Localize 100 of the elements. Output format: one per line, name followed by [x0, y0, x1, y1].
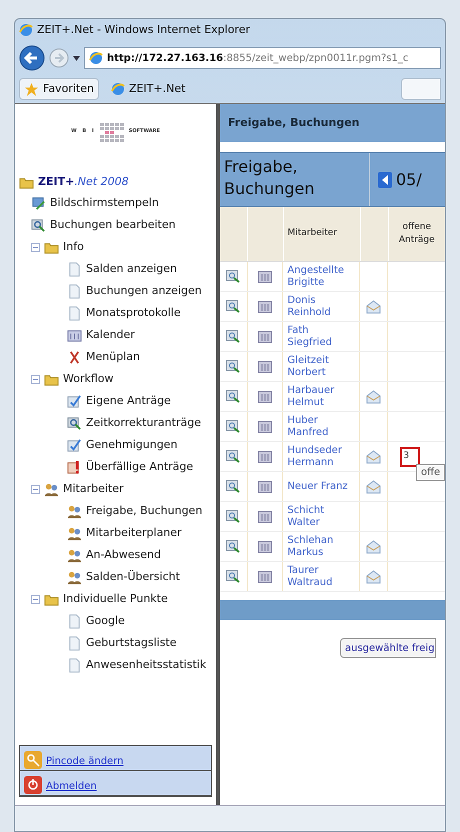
- favorites-button[interactable]: Favoriten: [19, 78, 99, 100]
- magnifier-icon[interactable]: [226, 390, 241, 403]
- collapse-toggle[interactable]: [31, 374, 40, 384]
- envelope-icon[interactable]: [366, 480, 382, 494]
- section-title: Freigabe, Buchungen: [220, 153, 370, 206]
- calendar-icon: [67, 328, 82, 342]
- column-header: offene Anträge: [398, 220, 436, 247]
- browser-logo-icon: [89, 51, 103, 65]
- employee-link[interactable]: Donis Reinhold: [287, 294, 356, 318]
- calendar-icon[interactable]: [258, 510, 272, 522]
- key-icon: [24, 751, 42, 769]
- magnifier-icon[interactable]: [226, 270, 241, 283]
- tree-item[interactable]: An-Abwesend: [86, 546, 161, 564]
- logo-grid-icon: [100, 122, 125, 142]
- employee-link[interactable]: Schlehan Markus: [287, 534, 356, 558]
- checkmark-icon: [67, 394, 82, 408]
- tree-item[interactable]: Überfällige Anträge: [86, 458, 194, 476]
- tree-item[interactable]: Google: [86, 612, 125, 630]
- checkmark-icon: [67, 438, 82, 452]
- tree-item[interactable]: Kalender: [86, 326, 135, 344]
- employee-link[interactable]: Angestellte Brigitte: [287, 264, 356, 288]
- tree-item[interactable]: Info: [63, 238, 84, 256]
- address-field[interactable]: http://172.27.163.16:8855/zeit_webp/zpn0011r.pgm?s1_c: [84, 47, 441, 69]
- tree-item[interactable]: Mitarbeiterplaner: [86, 524, 182, 542]
- tree-item[interactable]: Buchungen bearbeiten: [50, 216, 176, 234]
- tree-item[interactable]: Zeitkorrekturanträge: [86, 414, 201, 432]
- calendar-icon[interactable]: [258, 540, 272, 552]
- sidebar-link[interactable]: Abmelden: [46, 779, 97, 794]
- magnifier-icon[interactable]: [226, 480, 241, 493]
- column-header: Mitarbeiter: [284, 207, 361, 261]
- document-icon: [67, 614, 82, 628]
- window-title: ZEIT+.Net - Windows Internet Explorer: [37, 22, 250, 38]
- browser-logo-icon: [110, 82, 125, 96]
- tree-item[interactable]: Mitarbeiter: [63, 480, 124, 498]
- tree-item[interactable]: Individuelle Punkte: [63, 590, 168, 608]
- magnifier-icon[interactable]: [226, 450, 241, 463]
- magnifier-icon: [31, 218, 46, 232]
- magnifier-icon[interactable]: [226, 330, 241, 343]
- employee-link[interactable]: Neuer Franz: [287, 480, 348, 492]
- calendar-icon[interactable]: [258, 330, 272, 342]
- page-header: Freigabe, Buchungen: [220, 104, 445, 142]
- calendar-icon[interactable]: [258, 450, 272, 462]
- calendar-icon[interactable]: [258, 570, 272, 582]
- browser-logo-icon: [19, 23, 33, 37]
- document-icon: [67, 306, 82, 320]
- employee-link[interactable]: Schicht Walter: [287, 504, 356, 528]
- calendar-icon[interactable]: [258, 480, 272, 492]
- tree-item[interactable]: Salden-Übersicht: [86, 568, 180, 586]
- document-icon: [67, 262, 82, 276]
- employee-link[interactable]: Gleitzeit Norbert: [287, 354, 356, 378]
- collapse-toggle[interactable]: [31, 594, 40, 604]
- back-icon[interactable]: [19, 45, 45, 71]
- document-icon: [67, 658, 82, 672]
- envelope-icon[interactable]: [366, 570, 382, 584]
- envelope-icon[interactable]: [366, 390, 382, 404]
- tree-item[interactable]: Geburtstagsliste: [86, 634, 177, 652]
- magnifier-icon[interactable]: [226, 420, 241, 433]
- calendar-icon[interactable]: [258, 420, 272, 432]
- magnifier-icon[interactable]: [226, 510, 241, 523]
- release-button[interactable]: ausgewählte freig: [340, 638, 436, 658]
- envelope-icon[interactable]: [366, 540, 382, 554]
- people-icon: [67, 526, 82, 540]
- magnifier-icon[interactable]: [226, 300, 241, 313]
- previous-icon[interactable]: [378, 172, 392, 188]
- document-icon: [67, 284, 82, 298]
- employee-link[interactable]: Fath Siegfried: [287, 324, 356, 348]
- envelope-icon[interactable]: [366, 450, 382, 464]
- collapse-toggle[interactable]: [31, 484, 40, 494]
- browser-tab[interactable]: ZEIT+.Net: [106, 78, 190, 100]
- tree-item[interactable]: Salden anzeigen: [86, 260, 178, 278]
- calendar-icon[interactable]: [258, 270, 272, 282]
- tree-item[interactable]: Eigene Anträge: [86, 392, 171, 410]
- calendar-icon[interactable]: [258, 390, 272, 402]
- calendar-icon[interactable]: [258, 360, 272, 372]
- employee-link[interactable]: Taurer Waltraud: [287, 564, 356, 588]
- tree-item[interactable]: Freigabe, Buchungen: [86, 502, 202, 520]
- tree-root[interactable]: ZEIT+.Net 2008: [38, 174, 129, 190]
- envelope-icon[interactable]: [366, 300, 382, 314]
- period-label: 05/: [396, 168, 422, 190]
- tree-item[interactable]: Anwesenheitsstatistik: [86, 656, 206, 674]
- employee-link[interactable]: Harbauer Helmut: [287, 384, 356, 408]
- toolbar-field[interactable]: [401, 78, 441, 100]
- dropdown-caret-icon[interactable]: [73, 56, 80, 60]
- collapse-toggle[interactable]: [31, 242, 40, 252]
- employee-link[interactable]: Hundseder Hermann: [287, 444, 356, 468]
- employee-link[interactable]: Huber Manfred: [287, 414, 356, 438]
- tree-item[interactable]: Menüplan: [86, 348, 140, 366]
- tree-item[interactable]: Monatsprotokolle: [86, 304, 181, 322]
- magnifier-icon[interactable]: [226, 570, 241, 583]
- magnifier-icon[interactable]: [226, 540, 241, 553]
- tree-item[interactable]: Bildschirmstempeln: [50, 194, 159, 212]
- tree-item[interactable]: Workflow: [63, 370, 114, 388]
- tree-item[interactable]: Genehmigungen: [86, 436, 178, 454]
- calendar-icon[interactable]: [258, 300, 272, 312]
- magnifier-icon[interactable]: [226, 360, 241, 373]
- cutlery-icon: [67, 350, 82, 364]
- star-icon: [24, 82, 39, 96]
- tree-item[interactable]: Buchungen anzeigen: [86, 282, 202, 300]
- power-icon: [24, 776, 42, 794]
- people-icon: [67, 504, 82, 518]
